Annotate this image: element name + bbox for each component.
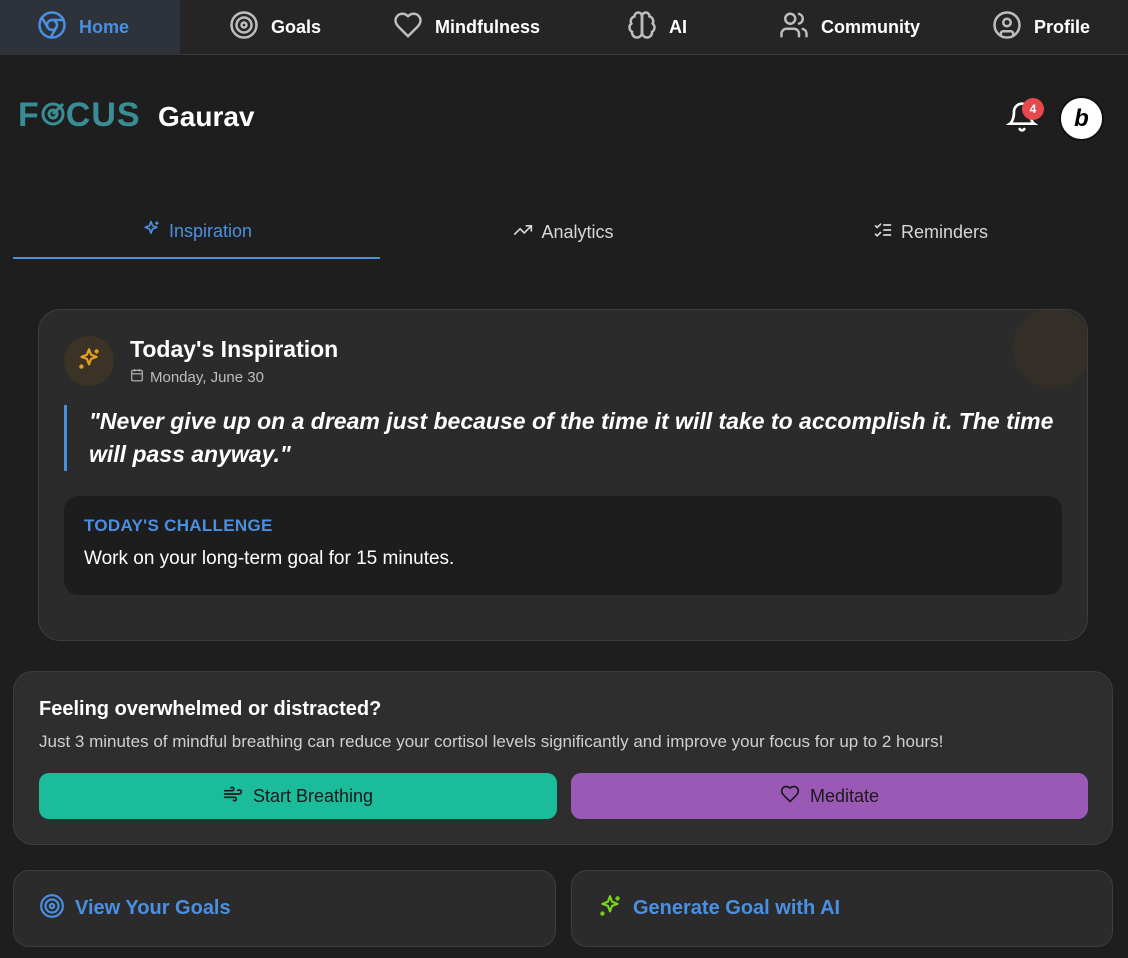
tab-analytics-label: Analytics — [541, 221, 614, 242]
calendar-icon — [130, 368, 144, 386]
top-nav: Home Goals Mindfulness AI Community Prof… — [0, 0, 1128, 55]
start-breathing-button[interactable]: Start Breathing — [39, 773, 557, 819]
nav-community[interactable]: Community — [779, 0, 920, 55]
nav-goals-label: Goals — [271, 17, 322, 37]
list-checks-icon — [873, 220, 893, 245]
focus-logo[interactable]: F CUS — [18, 96, 141, 135]
logo-prefix: F — [18, 96, 40, 134]
username: Gaurav — [158, 101, 255, 132]
nav-profile-label: Profile — [1034, 17, 1091, 37]
bolt-badge[interactable]: b — [1059, 96, 1104, 141]
challenge-text: Work on your long-term goal for 15 minut… — [84, 548, 455, 569]
brain-icon — [627, 10, 657, 45]
wind-icon — [223, 784, 243, 809]
nav-ai-label: AI — [669, 17, 687, 37]
meditate-button[interactable]: Meditate — [571, 773, 1088, 819]
user-circle-icon — [992, 10, 1022, 45]
view-goals-button[interactable]: View Your Goals — [13, 870, 556, 947]
breathing-title: Feeling overwhelmed or distracted? — [39, 698, 382, 720]
notification-badge: 4 — [1022, 98, 1044, 120]
tab-reminders[interactable]: Reminders — [747, 205, 1114, 259]
inspiration-card: Today's Inspiration Monday, June 30 "Nev… — [38, 309, 1088, 641]
inspiration-date-text: Monday, June 30 — [150, 368, 264, 386]
nav-ai[interactable]: AI — [627, 0, 687, 55]
logo-target-icon — [40, 96, 66, 135]
challenge-label: TODAY'S CHALLENGE — [84, 516, 273, 535]
meditate-label: Meditate — [809, 785, 880, 806]
sparkle-icon — [76, 346, 102, 377]
sparkle-icon — [597, 893, 623, 925]
target-icon — [39, 893, 65, 925]
inspiration-date: Monday, June 30 — [130, 368, 264, 386]
bell-icon — [1005, 102, 1039, 137]
view-goals-label: View Your Goals — [75, 897, 231, 919]
tab-analytics[interactable]: Analytics — [380, 205, 747, 259]
generate-goal-ai-label: Generate Goal with AI — [633, 897, 841, 919]
challenge-box: TODAY'S CHALLENGE Work on your long-term… — [64, 496, 1062, 595]
inspiration-quote: "Never give up on a dream just because o… — [64, 405, 1054, 471]
inspiration-title: Today's Inspiration — [130, 336, 339, 362]
logo-suffix: CUS — [65, 96, 141, 134]
breathing-description: Just 3 minutes of mindful breathing can … — [39, 732, 944, 751]
tab-inspiration-label: Inspiration — [168, 220, 253, 241]
heart-icon — [780, 784, 800, 809]
breathing-card: Feeling overwhelmed or distracted? Just … — [13, 671, 1113, 845]
start-breathing-label: Start Breathing — [252, 785, 374, 806]
nav-goals[interactable]: Goals — [229, 0, 321, 55]
nav-profile[interactable]: Profile — [992, 0, 1090, 55]
trending-up-icon — [513, 220, 533, 245]
nav-mindfulness[interactable]: Mindfulness — [393, 0, 540, 55]
sparkle-icon — [141, 219, 161, 244]
tab-reminders-label: Reminders — [900, 221, 989, 242]
nav-mindfulness-label: Mindfulness — [435, 17, 541, 37]
inspiration-icon-wrap — [64, 336, 114, 386]
users-icon — [779, 10, 809, 45]
heart-icon — [393, 10, 423, 45]
decorative-circle — [1012, 310, 1087, 388]
tab-inspiration[interactable]: Inspiration — [13, 205, 380, 259]
nav-home[interactable]: Home — [0, 0, 180, 55]
generate-goal-ai-button[interactable]: Generate Goal with AI — [571, 870, 1113, 947]
nav-home-label: Home — [79, 17, 130, 37]
nav-community-label: Community — [821, 17, 920, 37]
target-icon — [229, 10, 259, 45]
chrome-icon — [37, 10, 67, 45]
